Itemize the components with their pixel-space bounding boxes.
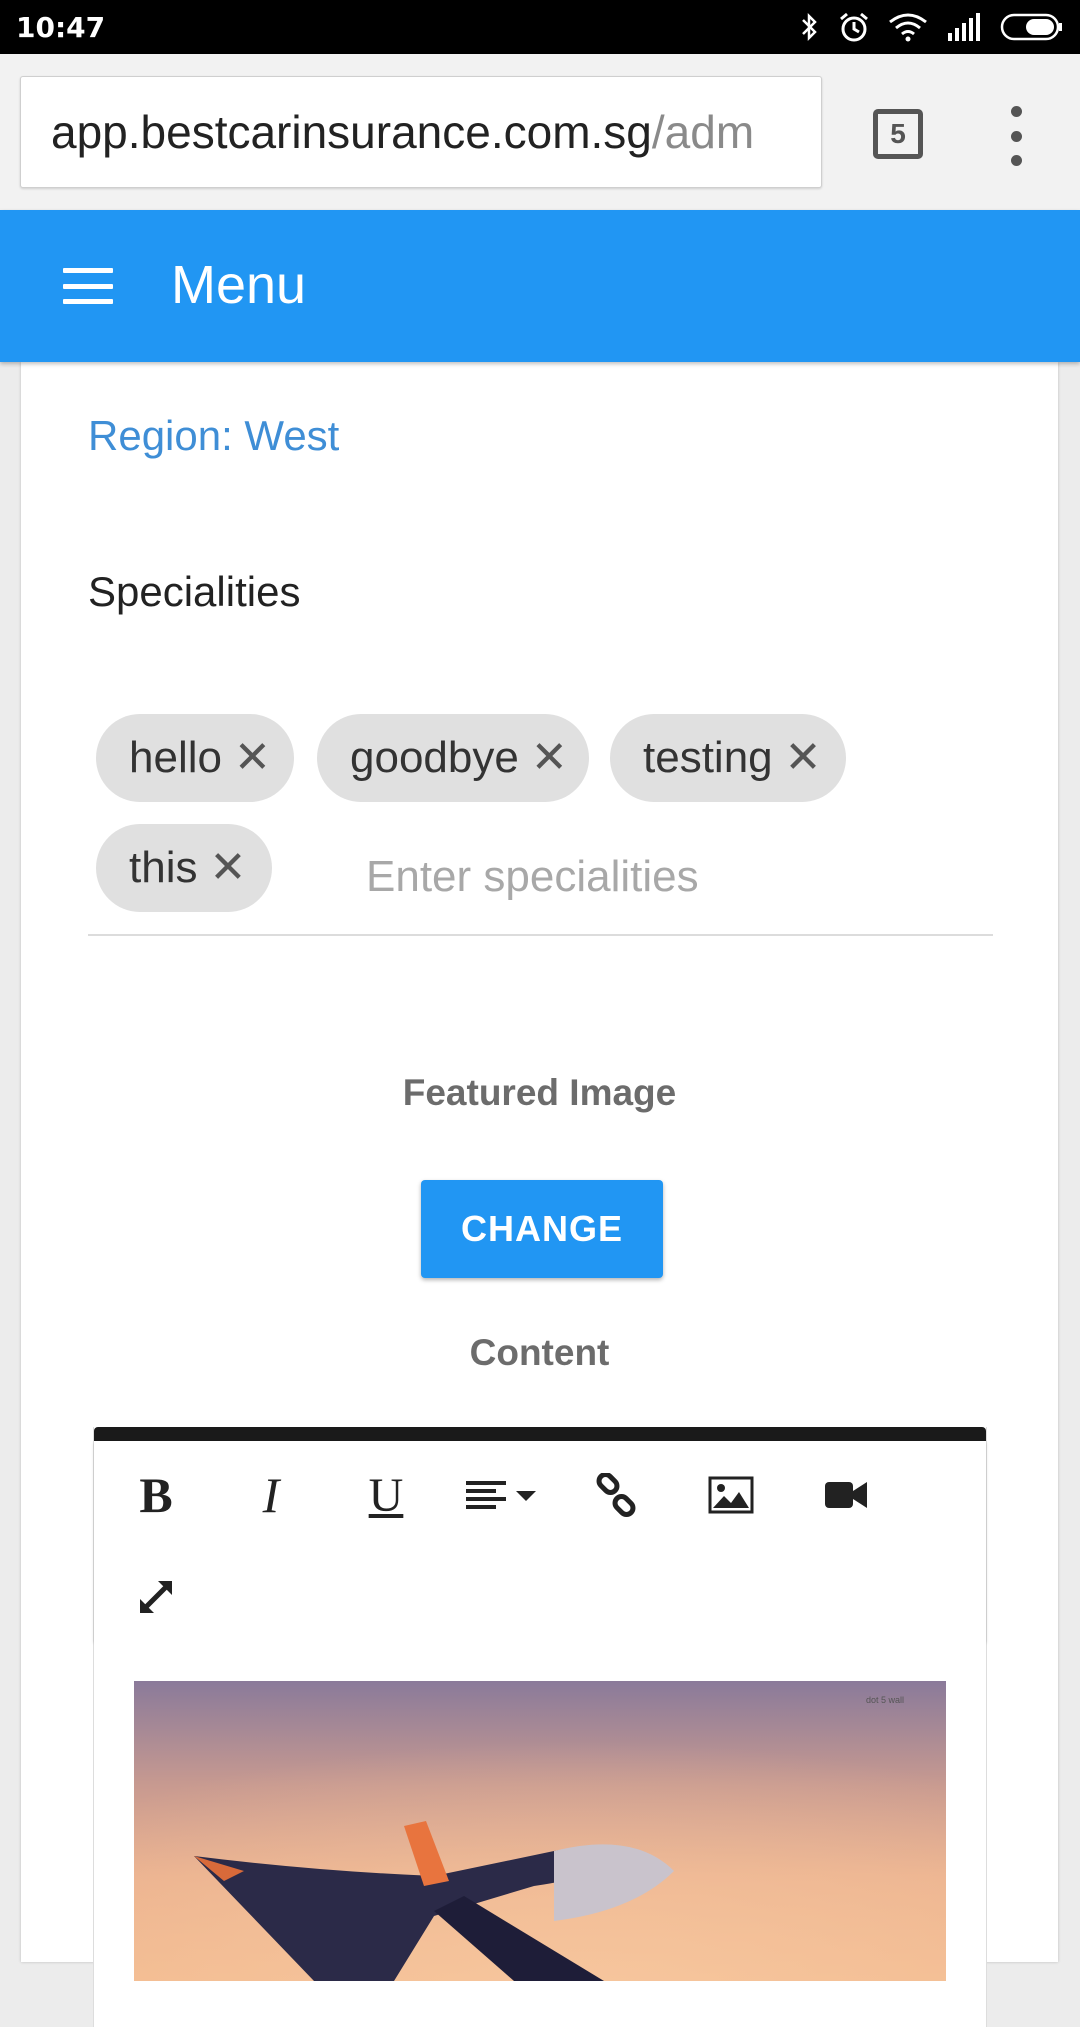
specialities-input[interactable] xyxy=(366,847,966,907)
featured-image-label: Featured Image xyxy=(402,1072,677,1113)
image-icon[interactable] xyxy=(691,1455,771,1535)
change-image-button[interactable]: CHANGE xyxy=(421,1180,663,1278)
content-label: Content xyxy=(469,1332,610,1373)
app-bar: Menu xyxy=(0,210,1080,362)
editor-toolbar: B I U xyxy=(94,1441,986,1641)
url-path: /adm xyxy=(651,106,755,158)
alarm-icon xyxy=(840,12,868,42)
embedded-airplane-image[interactable]: dot 5 wall xyxy=(134,1681,946,1981)
underline-button[interactable]: U xyxy=(346,1455,426,1535)
input-underline xyxy=(88,934,993,936)
chip-goodbye: goodbye ✕ xyxy=(317,714,589,802)
status-time: 10:47 xyxy=(16,10,106,44)
video-icon[interactable] xyxy=(806,1455,886,1535)
align-icon[interactable] xyxy=(461,1455,541,1535)
italic-button[interactable]: I xyxy=(231,1455,311,1535)
chip-label: hello xyxy=(129,733,222,782)
url-host: app.bestcarinsurance.com.sg xyxy=(51,106,652,158)
chip-remove-icon[interactable]: ✕ xyxy=(531,736,568,780)
editor-content-area[interactable]: dot 5 wall xyxy=(94,1641,986,2027)
chip-remove-icon[interactable]: ✕ xyxy=(209,846,246,890)
chip-testing: testing ✕ xyxy=(610,714,846,802)
chip-remove-icon[interactable]: ✕ xyxy=(785,736,822,780)
battery-icon xyxy=(1000,13,1062,41)
chip-label: goodbye xyxy=(350,733,519,782)
app-bar-title[interactable]: Menu xyxy=(171,254,306,316)
hamburger-menu-icon[interactable] xyxy=(63,268,113,304)
editor-top-border xyxy=(94,1427,986,1441)
signal-icon xyxy=(948,13,980,41)
chip-remove-icon[interactable]: ✕ xyxy=(234,736,271,780)
bluetooth-icon xyxy=(802,12,817,42)
specialities-label: Specialities xyxy=(88,568,301,615)
chip-label: testing xyxy=(643,733,773,782)
rich-text-editor: B I U dot 5 wall xyxy=(93,1427,987,2027)
bold-button[interactable]: B xyxy=(116,1455,196,1535)
browser-menu-icon[interactable] xyxy=(998,106,1034,166)
status-icons xyxy=(800,11,1064,43)
chip-label: this xyxy=(129,843,198,892)
status-bar: 10:47 xyxy=(0,0,1080,54)
wifi-icon xyxy=(889,13,927,42)
region-text: Region: West xyxy=(88,412,340,459)
form-card: Region: West Specialities hello ✕ goodby… xyxy=(21,362,1058,2027)
chip-this: this ✕ xyxy=(96,824,272,912)
link-icon[interactable] xyxy=(576,1455,656,1535)
browser-toolbar: app.bestcarinsurance.com.sg/adm 5 xyxy=(0,54,1080,210)
url-bar[interactable]: app.bestcarinsurance.com.sg/adm xyxy=(20,76,822,188)
chip-hello: hello ✕ xyxy=(96,714,294,802)
tab-switcher-button[interactable]: 5 xyxy=(873,109,923,159)
fullscreen-icon[interactable] xyxy=(116,1557,196,1637)
image-watermark: dot 5 wall xyxy=(866,1695,904,1705)
